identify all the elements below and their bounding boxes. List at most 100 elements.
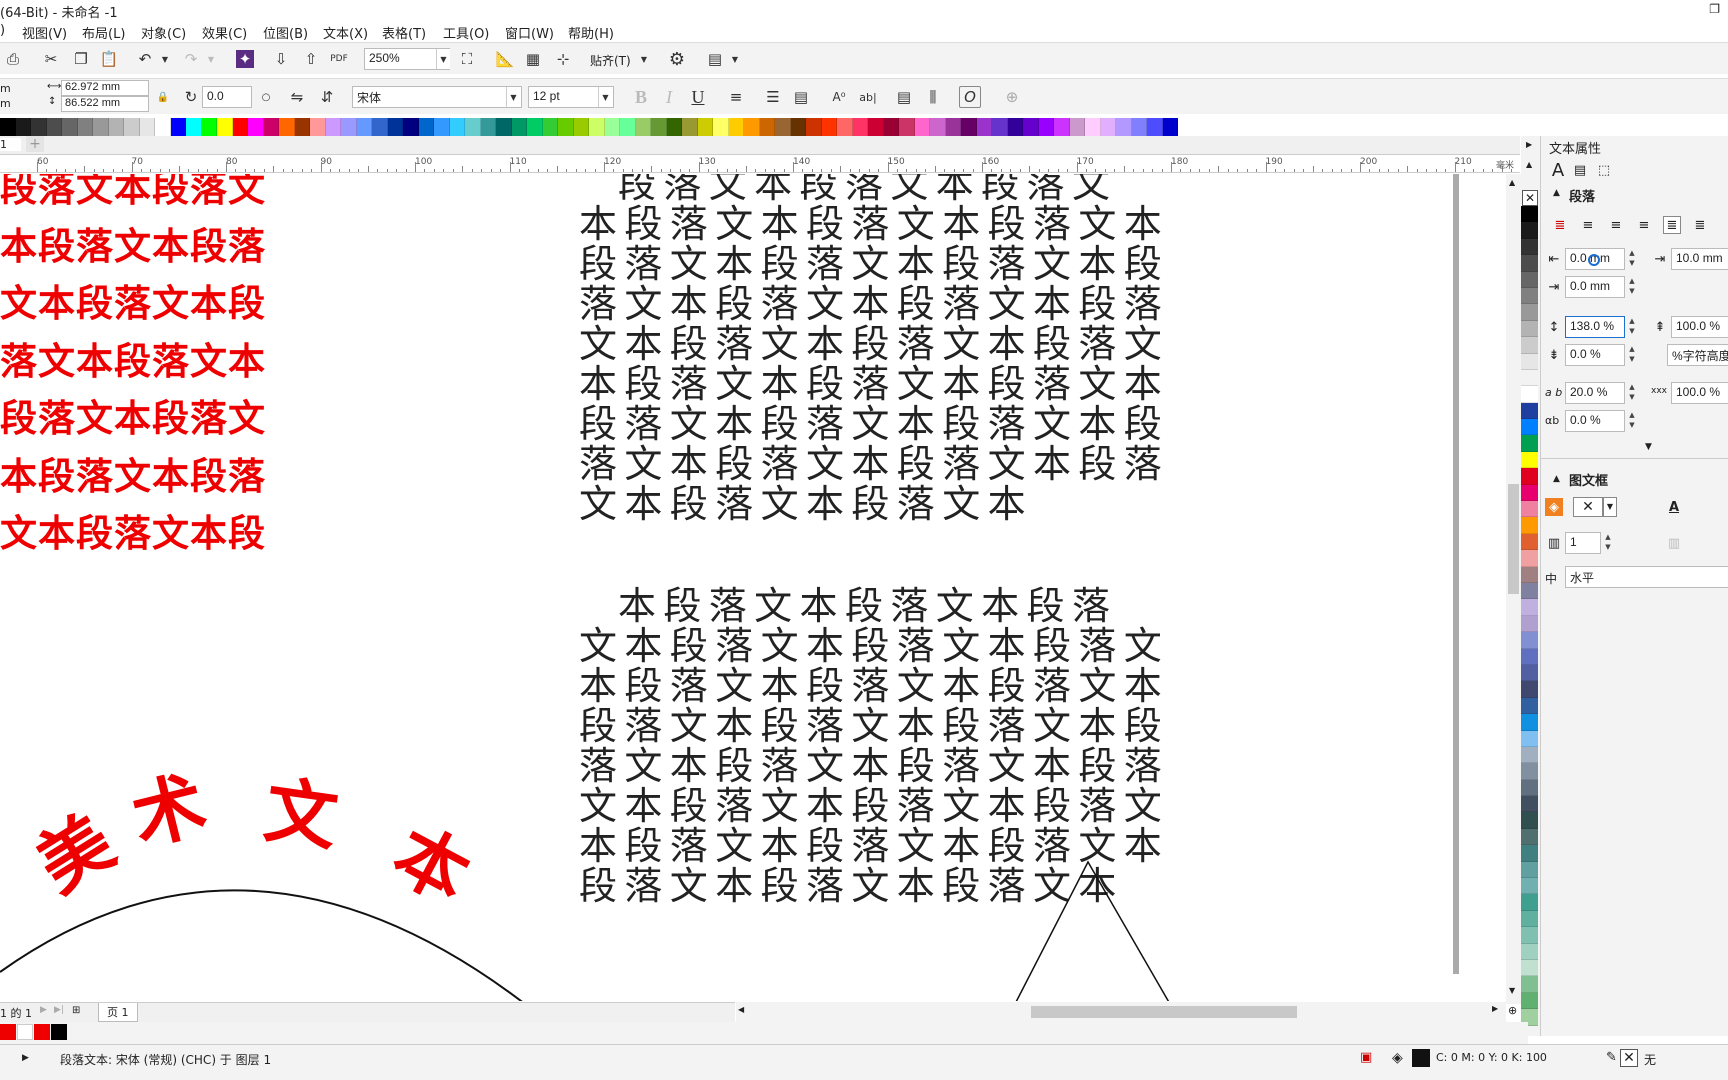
palette-swatch[interactable] [279,118,295,136]
menu-view[interactable]: 视图(V) [22,23,67,42]
object-height[interactable]: 86.522 mm [61,96,149,112]
scroll-left-icon[interactable]: ◀ [738,1005,744,1014]
status-expand-icon[interactable]: ▶ [22,1053,29,1063]
palette-swatch[interactable] [852,118,868,136]
lock-ratio-icon[interactable]: 🔒 [152,86,174,108]
align-right-icon[interactable]: ≡ [1635,216,1653,234]
vertical-palette-swatch[interactable] [1521,959,1538,977]
palette-swatch[interactable] [713,118,729,136]
palette-swatch[interactable] [387,118,403,136]
palette-swatch[interactable] [341,118,357,136]
rulers-icon[interactable]: 📐 [494,48,516,70]
options-gear-icon[interactable]: ⚙ [666,48,688,70]
palette-swatch[interactable] [542,118,558,136]
palette-swatch[interactable] [465,118,481,136]
last-page-icon[interactable]: ▶| [54,1005,64,1015]
palette-swatch[interactable] [1162,118,1178,136]
force-justify-icon[interactable]: ≣ [1691,216,1709,234]
object-width[interactable]: 62.972 mm [61,80,149,96]
palette-swatch[interactable] [449,118,465,136]
vertical-scrollbar[interactable]: ▲ ▼ [1506,174,1521,1004]
palette-swatch[interactable] [248,118,264,136]
vertical-palette-swatch[interactable] [1521,271,1538,288]
triangle-outline[interactable] [1015,860,1170,1001]
palette-swatch[interactable] [868,118,884,136]
vertical-palette-swatch[interactable] [1521,435,1538,452]
vertical-palette-swatch[interactable] [1521,550,1538,567]
align-center-icon[interactable]: ≡ [1607,216,1625,234]
color-proof-icon[interactable]: ▣ [1360,1050,1372,1065]
doc-swatch-red-2[interactable] [34,1024,50,1040]
vertical-text-icon[interactable]: ⫼ [922,86,944,108]
text-direction-list[interactable]: 水平 [1565,566,1728,588]
column-settings-icon[interactable]: ▥ [1665,534,1683,552]
vertical-palette-swatch[interactable] [1521,222,1538,239]
palette-swatch[interactable] [434,118,450,136]
palette-swatch[interactable] [1147,118,1163,136]
scroll-right-icon[interactable]: ▶ [1492,1004,1498,1013]
bold-icon[interactable]: B [630,86,652,108]
font-family-dropdown-icon[interactable]: ▼ [506,87,520,107]
word-spacing-input[interactable]: 100.0 % [1671,382,1728,404]
paragraph-tab-icon[interactable]: ▤ [1571,161,1589,179]
doc-swatch-white[interactable] [17,1024,33,1040]
palette-swatch[interactable] [372,118,388,136]
import-icon[interactable]: ⇩ [270,48,292,70]
palette-swatch[interactable] [1038,118,1054,136]
palette-swatch[interactable] [139,118,155,136]
palette-swatch[interactable] [573,118,589,136]
no-align-icon[interactable]: ≣ [1551,216,1569,234]
add-icon[interactable]: ⊕ [1001,86,1023,108]
menu-bitmap[interactable]: 位图(B) [263,23,308,42]
palette-swatch[interactable] [62,118,78,136]
palette-swatch[interactable] [77,118,93,136]
palette-swatch[interactable] [697,118,713,136]
palette-swatch[interactable] [170,118,186,136]
rotation-angle[interactable]: 0.0 [202,86,252,108]
vertical-palette-swatch[interactable] [1521,206,1538,223]
vertical-palette-swatch[interactable] [1521,402,1538,420]
palette-swatch[interactable] [0,118,16,136]
vertical-palette-swatch[interactable] [1521,566,1538,583]
vertical-palette-swatch[interactable] [1521,812,1538,829]
character-tab-icon[interactable]: A [1549,160,1567,181]
palette-swatch[interactable] [1131,118,1147,136]
scroll-up-icon[interactable]: ▲ [1509,178,1515,187]
palette-swatch[interactable] [403,118,419,136]
horizontal-scroll-thumb[interactable] [1031,1006,1297,1018]
palette-swatch[interactable] [821,118,837,136]
palette-swatch[interactable] [93,118,109,136]
outline-color-swatch[interactable]: ✕ [1620,1049,1638,1067]
palette-swatch[interactable] [1100,118,1116,136]
vertical-palette-swatch[interactable] [1521,517,1538,534]
vertical-palette-swatch[interactable] [1521,681,1538,698]
application-launcher-icon[interactable]: ▤ [704,48,726,70]
mirror-vertical-icon[interactable]: ⇵ [316,86,338,108]
text-align-icon[interactable]: ≡ [725,86,747,108]
horizontal-text-icon[interactable]: ▤ [893,86,915,108]
palette-swatch[interactable] [108,118,124,136]
palette-swatch[interactable] [604,118,620,136]
collapse-paragraph-icon[interactable]: ▲ [1553,188,1560,198]
vertical-palette-swatch[interactable] [1521,582,1538,600]
columns-spinner-icon[interactable]: ▲ ▼ [1601,532,1615,554]
palette-swatch[interactable] [945,118,961,136]
palette-swatch[interactable] [976,118,992,136]
corel-connect-icon[interactable]: ✦ [236,50,254,68]
art-text-char-2[interactable]: 术 [124,761,214,861]
vertical-palette-swatch[interactable] [1521,337,1538,354]
vertical-palette-swatch[interactable] [1521,796,1538,813]
before-paragraph-input[interactable]: 100.0 % [1671,316,1728,338]
font-size-dropdown-icon[interactable]: ▼ [598,87,612,107]
palette-swatch[interactable] [759,118,775,136]
redo-dropdown-icon[interactable]: ▼ [200,48,222,70]
no-color-swatch[interactable]: ✕ [1522,190,1538,206]
vertical-palette-swatch[interactable] [1521,353,1538,370]
opentype-icon[interactable]: O [959,86,981,108]
palette-swatch[interactable] [775,118,791,136]
italic-icon[interactable]: I [658,86,680,108]
palette-swatch[interactable] [124,118,140,136]
paste-icon[interactable]: 📋 [98,48,120,70]
art-text-char-1[interactable]: 美 [22,798,128,908]
copy-icon[interactable]: ❐ [70,48,92,70]
